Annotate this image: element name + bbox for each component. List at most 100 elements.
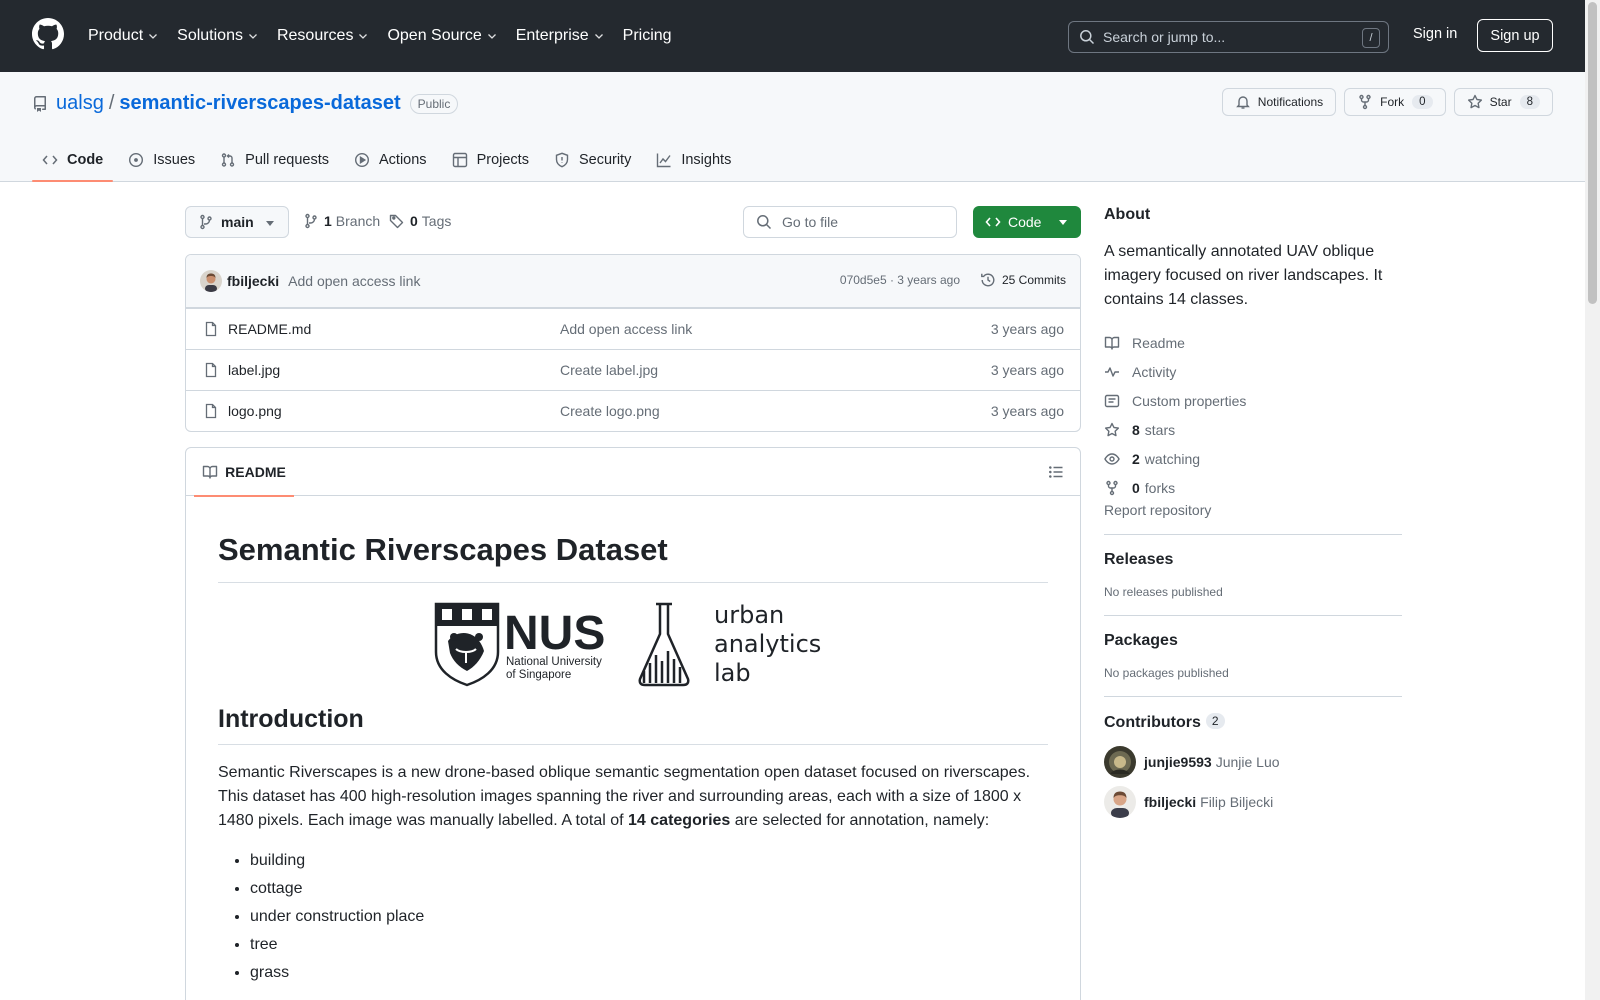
tab-code[interactable]: Code <box>32 140 114 182</box>
search-icon <box>757 215 772 230</box>
file-name-link[interactable]: README.md <box>228 321 311 337</box>
file-row[interactable]: label.jpg Create label.jpg 3 years ago <box>186 349 1080 390</box>
readme-link[interactable]: Readme <box>1104 328 1402 357</box>
tab-label: Actions <box>379 152 427 168</box>
branch-select[interactable]: main <box>185 206 289 238</box>
fork-icon <box>1106 480 1118 495</box>
nus-wordmark: NUS <box>504 607 605 660</box>
tab-security[interactable]: Security <box>544 140 641 180</box>
bell-icon <box>1235 96 1250 109</box>
nav-label: Enterprise <box>515 27 589 44</box>
contributor-login[interactable]: junjie9593 <box>1144 754 1212 770</box>
repo-actions: Notifications Fork 0 Star 8 <box>1221 88 1553 116</box>
notifications-label: Notifications <box>1257 95 1324 109</box>
go-to-file-input[interactable]: Go to file <box>743 206 957 238</box>
file-commit-message[interactable]: Create logo.png <box>560 403 660 419</box>
stars-link[interactable]: 8 stars <box>1104 415 1402 444</box>
watching-link[interactable]: 2 watching <box>1104 444 1402 473</box>
file-name-link[interactable]: label.jpg <box>228 362 280 378</box>
shield-icon <box>555 152 569 168</box>
list-unordered-icon[interactable] <box>1048 464 1064 480</box>
notifications-button[interactable]: Notifications <box>1221 88 1337 116</box>
code-icon <box>42 155 58 165</box>
avatar[interactable] <box>1104 786 1136 818</box>
commit-author-link[interactable]: fbiljecki <box>227 273 279 289</box>
avatar[interactable] <box>200 270 222 292</box>
avatar[interactable] <box>1104 746 1136 778</box>
commit-message-link[interactable]: Add open access link <box>288 273 420 289</box>
repository-header: ualsg / semantic-riverscapes-dataset Pub… <box>0 72 1585 182</box>
star-label: Star <box>1489 95 1512 109</box>
global-search-input[interactable]: Search or jump to... / <box>1068 21 1389 53</box>
link-label: watching <box>1144 450 1201 467</box>
readme-tab[interactable]: README <box>194 448 294 497</box>
commits-link[interactable]: 25 Commits <box>980 272 1066 288</box>
tab-pull-requests[interactable]: Pull requests <box>210 140 339 180</box>
github-logo-icon[interactable] <box>32 18 64 50</box>
fork-count: 0 <box>1412 95 1433 109</box>
nus-logo: NUS National University of Singapore <box>434 602 605 687</box>
tab-projects[interactable]: Projects <box>442 140 539 180</box>
star-icon <box>1467 94 1482 109</box>
nav-label: Open Source <box>387 27 482 44</box>
file-name-link[interactable]: logo.png <box>228 403 282 419</box>
list-item: tree <box>250 933 1048 961</box>
contributor-login[interactable]: fbiljecki <box>1144 794 1196 810</box>
nav-label: Solutions <box>177 27 243 44</box>
readme-tab-label: README <box>225 464 286 480</box>
repo-name-link[interactable]: semantic-riverscapes-dataset <box>119 92 400 115</box>
intro-text-bold: 14 categories <box>628 812 731 829</box>
list-item: under construction place <box>250 905 1048 933</box>
nav-pricing[interactable]: Pricing <box>623 22 672 50</box>
caret-down-icon <box>1059 220 1067 225</box>
activity-link[interactable]: Activity <box>1104 357 1402 386</box>
report-repository-link[interactable]: Report repository <box>1104 502 1211 518</box>
about-links: Readme Activity Custom properties 8 star… <box>1104 328 1402 502</box>
file-commit-message[interactable]: Create label.jpg <box>560 362 658 378</box>
link-label: Readme <box>1132 334 1185 351</box>
readme-content: Semantic Riverscapes Dataset NUS Nationa… <box>186 532 1080 989</box>
scrollbar-thumb[interactable] <box>1588 2 1597 304</box>
custom-properties-link[interactable]: Custom properties <box>1104 386 1402 415</box>
commit-hash-time[interactable]: 070d5e5 · 3 years ago <box>840 273 960 287</box>
file-row[interactable]: logo.png Create logo.png 3 years ago <box>186 390 1080 431</box>
tab-insights[interactable]: Insights <box>646 140 741 180</box>
tab-issues[interactable]: Issues <box>118 140 205 180</box>
contributors-title: Contributors <box>1104 714 1201 731</box>
forks-link[interactable]: 0 forks <box>1104 473 1402 502</box>
latest-commit: fbiljecki Add open access link 070d5e5 ·… <box>186 255 1080 308</box>
file-age: 3 years ago <box>990 362 1064 378</box>
contributors-heading[interactable]: Contributors 2 <box>1104 713 1402 732</box>
chevron-down-icon <box>359 34 368 39</box>
contributor-item[interactable]: fbiljecki Filip Biljecki <box>1104 786 1402 818</box>
packages-heading[interactable]: Packages <box>1104 632 1402 650</box>
tab-actions[interactable]: Actions <box>344 140 437 180</box>
star-button[interactable]: Star 8 <box>1453 88 1553 116</box>
branch-icon <box>200 214 212 230</box>
graph-icon <box>657 153 671 168</box>
file-age: 3 years ago <box>990 403 1064 419</box>
tags-link[interactable]: 0 Tags <box>389 213 451 229</box>
sign-up-button[interactable]: Sign up <box>1477 19 1553 52</box>
nav-enterprise[interactable]: Enterprise <box>516 22 605 50</box>
nav-resources[interactable]: Resources <box>277 22 369 50</box>
list-item: grass <box>250 961 1048 989</box>
sign-in-link[interactable]: Sign in <box>1413 26 1457 42</box>
file-commit-message[interactable]: Add open access link <box>560 321 692 337</box>
releases-heading[interactable]: Releases <box>1104 551 1402 569</box>
branches-link[interactable]: 1 Branch <box>303 213 380 229</box>
fork-button[interactable]: Fork 0 <box>1344 88 1446 116</box>
table-icon <box>452 152 467 168</box>
nav-product[interactable]: Product <box>88 22 159 50</box>
nav-solutions[interactable]: Solutions <box>177 22 259 50</box>
intro-text-end: are selected for annotation, namely: <box>730 812 990 829</box>
file-row[interactable]: README.md Add open access link 3 years a… <box>186 308 1080 349</box>
star-icon <box>1104 422 1120 436</box>
repo-owner-link[interactable]: ualsg <box>56 92 104 115</box>
code-controls: main 1 Branch 0 Tags Go to file Code <box>185 206 1081 238</box>
code-download-button[interactable]: Code <box>973 206 1081 238</box>
page-scrollbar[interactable] <box>1585 0 1600 1000</box>
about-heading: About <box>1104 206 1151 223</box>
nav-open-source[interactable]: Open Source <box>387 22 497 50</box>
contributor-item[interactable]: junjie9593 Junjie Luo <box>1104 746 1402 778</box>
